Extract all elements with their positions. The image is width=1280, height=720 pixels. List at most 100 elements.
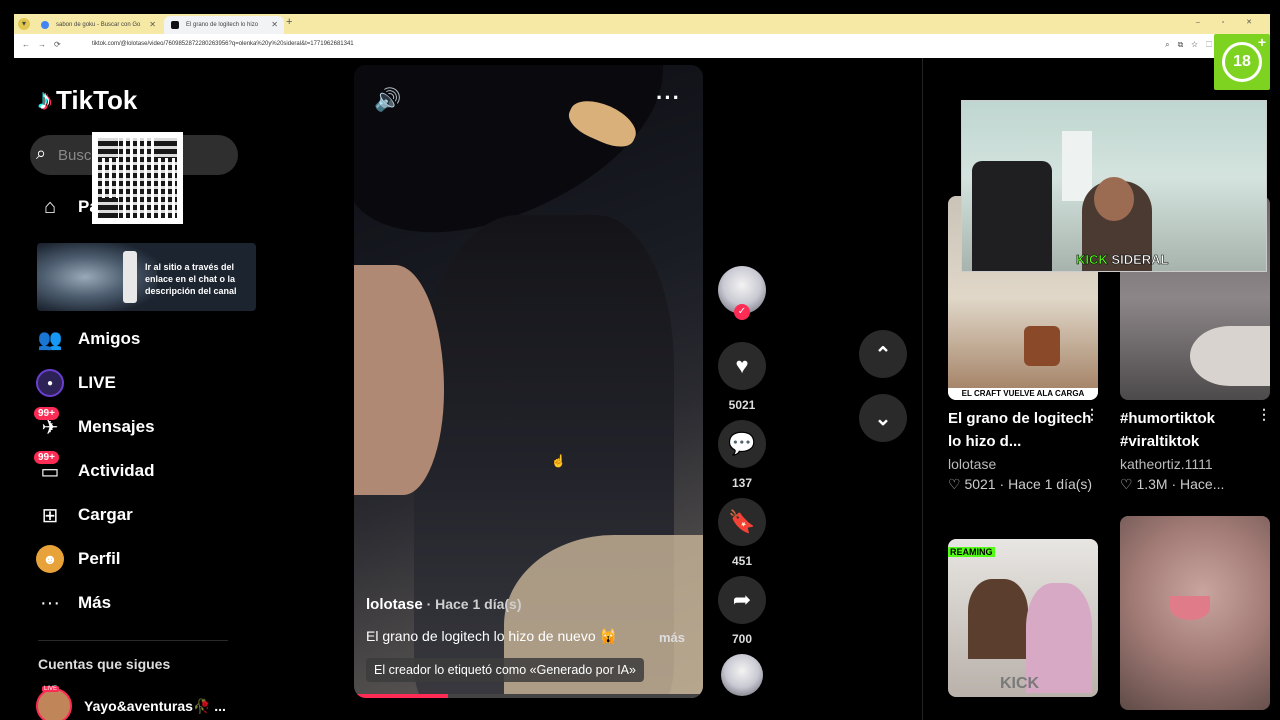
streamer-name: SIDERAL [1111,252,1169,268]
follow-check-icon[interactable]: ✓ [734,304,750,320]
url-field[interactable]: tiktok.com/@lolotase/video/7609852872280… [92,41,354,47]
more-icon: ··· [40,591,60,614]
volume-icon[interactable]: 🔊 [374,87,401,113]
video-author[interactable]: lolotase · Hace 1 día(s) [366,596,522,613]
nav-buttons[interactable]: ←→⟳ [22,40,69,49]
heart-outline-icon: ♡ [948,476,961,492]
sidebar-item-label: Más [78,593,112,612]
sidebar-divider [38,640,228,641]
webcam-brand: KICK SIDERAL [1076,252,1169,268]
stream-promo-overlay: Ir al sitio a través del enlace en el ch… [37,243,256,311]
upload-icon: ⊞ [41,504,59,527]
video-time: · Hace 1 día(s) [422,596,522,612]
sidebar-item-live[interactable]: ● LIVE [36,368,116,398]
recommendation-meta: ♡ 5021 · Hace 1 día(s) [948,476,1092,493]
close-tab-icon[interactable]: ✕ [149,16,156,34]
browser-tab-active[interactable]: El grano de logitech lo hizo ✕ [164,16,284,34]
column-divider [922,58,923,720]
music-disc-avatar[interactable] [721,654,763,696]
tiktok-logo[interactable]: ♪ TikTok [38,84,137,116]
sidebar-item-home[interactable]: ⌂ Pa [36,192,99,222]
video-options-icon[interactable]: ··· [656,85,681,111]
age-rating-plus: + [1257,34,1266,50]
thumb-bag [1024,326,1060,366]
thumbnail-brand: KICK [1000,675,1040,692]
recommendation-title[interactable]: #humortiktok #viraltiktok [1120,407,1270,453]
browser-tab[interactable]: sabon de goku - Buscar con Go ✕ [34,16,162,34]
tab-strip: ▾ sabon de goku - Buscar con Go ✕ El gra… [14,14,1270,34]
tiktok-favicon-icon [171,21,179,29]
comment-icon: 💬 [718,420,766,468]
save-button[interactable]: 🔖 451 [718,498,766,568]
address-bar-icons[interactable]: ⌕⧉☆⬚ [1165,40,1220,50]
age-rating-label: 18 [1222,42,1262,82]
sidebar-item-label: LIVE [78,373,116,392]
video-player[interactable]: 🔊 ··· lolotase · Hace 1 día(s) El grano … [354,65,703,698]
heart-icon: ♥ [718,342,766,390]
streamer-webcam-overlay: KICK SIDERAL [961,100,1267,272]
webcam-chair [972,161,1052,271]
following-item[interactable]: LIVE Yayo&aventuras🥀 ... [36,686,226,720]
chevron-down-icon: ⌄ [874,407,892,430]
sidebar-item-profile[interactable]: ☻ Perfil [36,544,121,574]
google-favicon-icon [41,21,49,29]
sidebar-item-friends[interactable]: 👥 Amigos [36,324,141,354]
like-count: 5021 [728,398,756,412]
recommendation-thumbnail[interactable]: REAMING KICK [948,539,1098,697]
caption-more-link[interactable]: más [659,630,685,645]
avatar: LIVE [36,686,72,720]
recommendation-likes: 1.3M [1136,476,1168,492]
qr-code-overlay [92,132,183,224]
tab-search-icon[interactable]: ▾ [18,18,30,30]
recommendation-user[interactable]: lolotase [948,456,996,472]
logo-text: TikTok [56,84,138,115]
card-options-icon[interactable]: ⋮ [1257,406,1271,423]
bookmark-icon: 🔖 [718,498,766,546]
thumb-person [968,579,1028,659]
webcam-head [1094,177,1134,221]
like-button[interactable]: ♥ 5021 [718,342,766,412]
previous-video-button[interactable]: ⌃ [859,330,907,378]
tab-title: sabon de goku - Buscar con Go [56,22,141,28]
card-options-icon[interactable]: ⋮ [1085,406,1099,423]
recommendation-user[interactable]: katheortiz.1111 [1120,456,1213,472]
address-bar: ←→⟳ tiktok.com/@lolotase/video/760985287… [14,34,1270,58]
kick-brand: KICK [1076,252,1108,268]
sidebar-item-more[interactable]: ··· Más [36,588,111,618]
meta-separator: · [1171,476,1177,492]
sidebar-item-label: Cargar [78,505,133,524]
following-title: Cuentas que sigues [38,656,171,672]
tiktok-note-icon: ♪ [38,84,52,115]
sidebar-item-label: Pa [78,197,99,216]
friends-icon: 👥 [37,328,63,351]
video-progress-bar[interactable] [354,694,703,698]
sidebar-item-label: Perfil [78,549,121,568]
close-tab-icon[interactable]: ✕ [271,16,278,34]
sidebar-item-messages[interactable]: ✈ 99+ Mensajes [34,407,155,442]
next-video-button[interactable]: ⌄ [859,394,907,442]
sidebar-item-activity[interactable]: ▭ 99+ Actividad [34,451,155,486]
recommendation-time: Hace... [1180,476,1225,492]
search-icon: ⌕ [36,143,47,163]
promo-image [37,243,157,311]
creator-avatar[interactable]: ✓ [718,266,766,320]
following-name: Yayo&aventuras🥀 ... [84,697,226,714]
mouse-cursor-icon: ☝ [551,454,566,468]
comment-count: 137 [731,476,753,490]
heart-outline-icon: ♡ [1120,476,1133,492]
live-icon: ● [36,369,64,397]
author-name[interactable]: lolotase [366,596,423,613]
share-count: 700 [731,632,753,646]
promo-text: Ir al sitio a través del enlace en el ch… [145,262,237,296]
recommendation-thumbnail[interactable] [1120,516,1270,710]
comment-button[interactable]: 💬 137 [718,420,766,490]
sidebar-item-upload[interactable]: ⊞ Cargar [36,500,133,530]
share-button[interactable]: ➦ 700 [718,576,766,646]
ai-generated-label[interactable]: El creador lo etiquetó como «Generado po… [366,658,644,682]
window-controls[interactable]: – ▫ ✕ [1196,18,1262,26]
sidebar-item-label: Mensajes [78,417,155,436]
recommendation-title[interactable]: El grano de logitech lo hizo d... [948,407,1098,453]
home-icon: ⌂ [43,195,57,218]
new-tab-button[interactable]: + [286,16,292,28]
video-frame-face [354,265,444,495]
